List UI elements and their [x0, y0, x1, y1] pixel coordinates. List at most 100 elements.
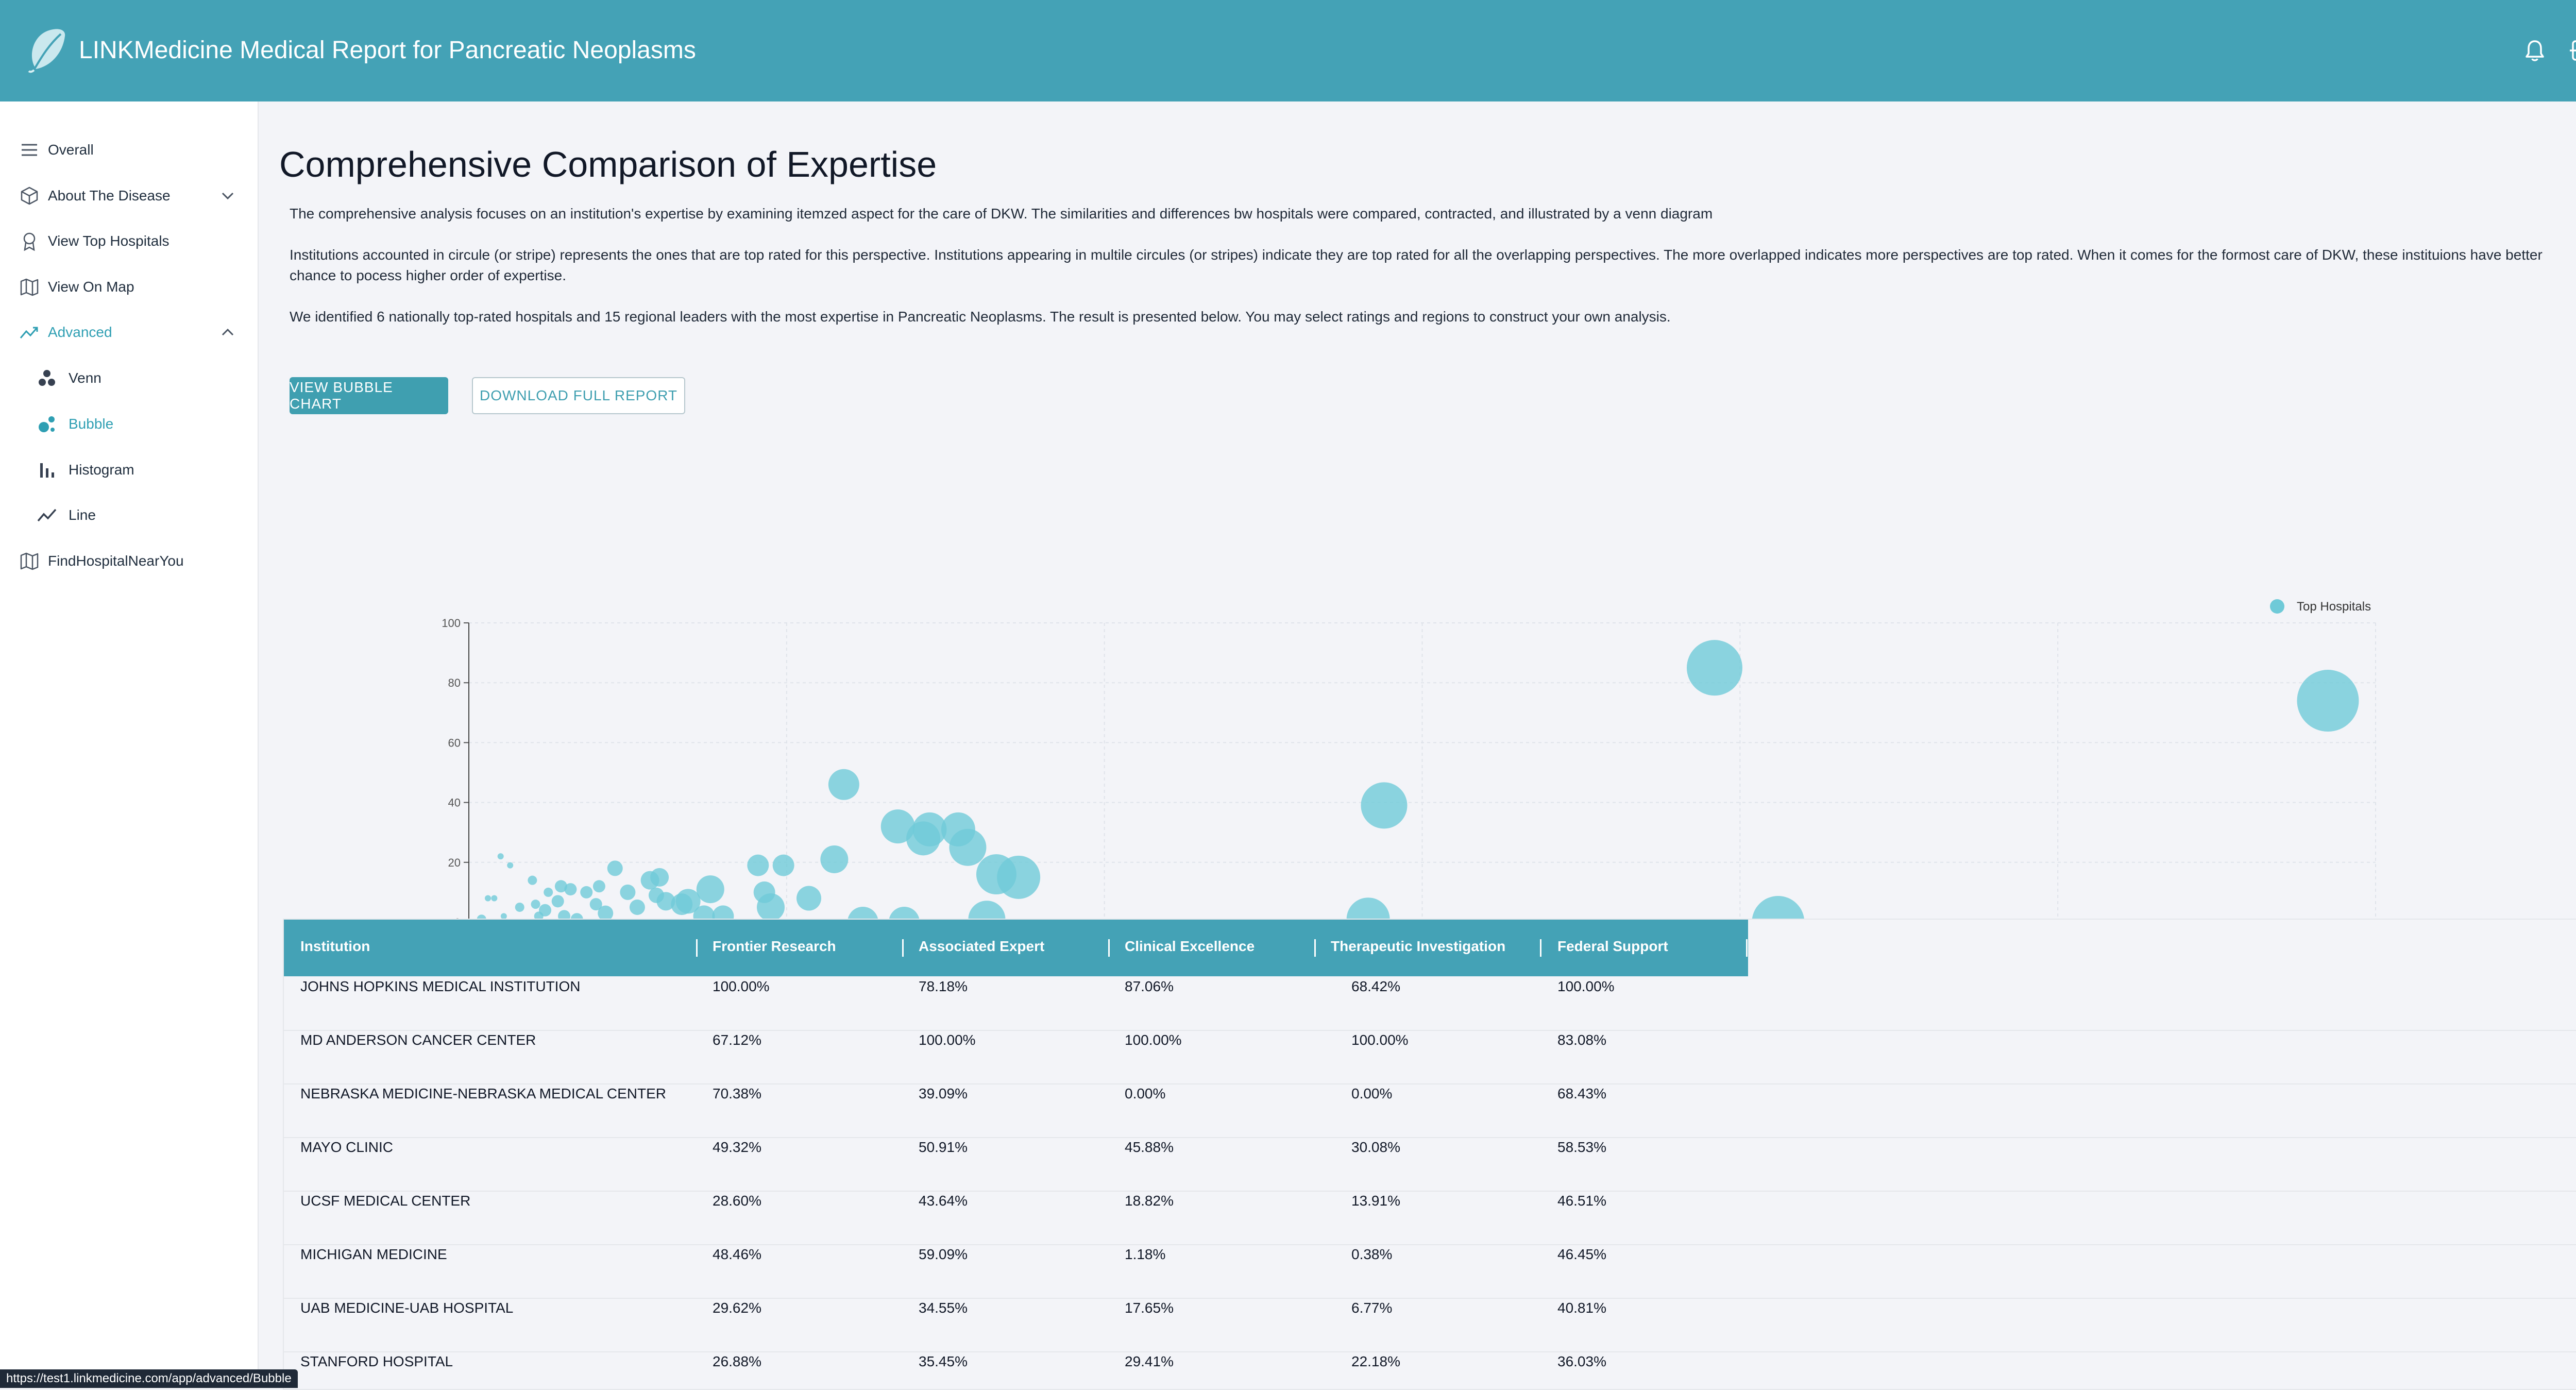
sidebar-item-find-hospital-near-you[interactable]: FindHospitalNearYou [0, 543, 258, 579]
map-icon [20, 278, 39, 296]
score-cell: 67.12% [713, 1032, 761, 1048]
data-bubble [531, 900, 540, 909]
sidebar-item-label: Bubble [69, 416, 114, 432]
column-header[interactable]: Associated Expert [919, 938, 1044, 955]
institution-cell: JOHNS HOPKINS MEDICAL INSTITUTION [300, 978, 581, 994]
table-row[interactable]: STANFORD HOSPITAL 26.88% 35.45% 29.41% 22.18… [284, 1351, 2576, 1389]
table-row[interactable]: UCSF MEDICAL CENTER 28.60% 43.64% 18.82% 13.… [284, 1191, 2576, 1245]
sidebar-item-venn[interactable]: Venn [0, 360, 258, 396]
sidebar-item-label: Histogram [69, 462, 134, 478]
sidebar-item-about-the-disease[interactable]: About The Disease [0, 178, 258, 214]
column-header[interactable]: Frontier Research [713, 938, 836, 955]
table-row[interactable]: NEBRASKA MEDICINE-NEBRASKA MEDICAL CENTE… [284, 1083, 2576, 1138]
sidebar-item-line[interactable]: Line [0, 497, 258, 533]
column-separator[interactable] [1746, 939, 1748, 957]
institution-cell: UAB MEDICINE-UAB HOSPITAL [300, 1300, 514, 1316]
score-cell: 40.81% [1557, 1300, 1606, 1316]
column-separator[interactable] [1314, 939, 1316, 957]
chevron-up-icon[interactable] [219, 324, 236, 341]
score-cell: 59.09% [919, 1246, 968, 1262]
data-bubble [528, 875, 537, 885]
logout-icon[interactable] [2568, 36, 2576, 65]
score-cell: 49.32% [713, 1139, 761, 1155]
data-bubble [580, 886, 593, 899]
data-bubble [607, 860, 623, 876]
institution-cell: NEBRASKA MEDICINE-NEBRASKA MEDICAL CENTE… [300, 1086, 667, 1101]
data-bubble [2297, 670, 2359, 732]
bubble-icon [39, 416, 55, 432]
app-title: LINKMedicine Medical Report for Pancreat… [79, 37, 696, 64]
institution-cell: MICHIGAN MEDICINE [300, 1246, 447, 1262]
data-bubble [796, 886, 822, 911]
sidebar-item-view-on-map[interactable]: View On Map [0, 269, 258, 305]
data-bubble [507, 862, 514, 869]
sidebar-item-label: Venn [69, 370, 101, 386]
column-separator[interactable] [902, 939, 904, 957]
leaf-logo-icon [28, 29, 65, 73]
table-row[interactable]: MD ANDERSON CANCER CENTER 67.12% 100.00% 10… [284, 1030, 2576, 1084]
column-header[interactable]: Therapeutic Investigation [1331, 938, 1505, 955]
data-bubble [554, 880, 567, 893]
data-bubble [1361, 782, 1408, 829]
data-bubble [497, 853, 504, 860]
bar-chart-icon [40, 463, 54, 478]
column-header[interactable]: Clinical Excellence [1125, 938, 1255, 955]
score-cell: 0.00% [1125, 1086, 1166, 1101]
list-icon [22, 144, 37, 156]
description-paragraph: We identified 6 nationally top-rated hos… [290, 309, 1671, 325]
legend-label: Top Hospitals [2297, 600, 2371, 614]
table-row[interactable]: MAYO CLINIC 49.32% 50.91% 45.88% 30.08% 58.53… [284, 1137, 2576, 1192]
score-cell: 70.38% [713, 1086, 761, 1101]
description-paragraph: The comprehensive analysis focuses on an… [290, 206, 1713, 222]
sidebar-item-bubble[interactable]: Bubble [0, 406, 258, 442]
data-bubble [592, 880, 605, 893]
table-row[interactable]: MICHIGAN MEDICINE 48.46% 59.09% 1.18% 0.38% 4… [284, 1244, 2576, 1299]
sidebar-item-advanced[interactable]: Advanced [0, 314, 258, 350]
institution-cell: STANFORD HOSPITAL [300, 1353, 453, 1369]
column-separator[interactable] [1540, 939, 1541, 957]
data-bubble [976, 854, 1016, 895]
bell-icon[interactable] [2520, 36, 2549, 65]
bubble-chart: 0100200300400500600020406080100Top Hospi… [442, 599, 2385, 948]
data-bubble [772, 854, 794, 876]
sidebar: Overall About The Disease View Top Hospi… [0, 101, 259, 1388]
column-header[interactable]: Federal Support [1557, 938, 1668, 955]
score-cell: 58.53% [1557, 1139, 1606, 1155]
sidebar-item-view-top-hospitals[interactable]: View Top Hospitals [0, 223, 258, 259]
table-row[interactable]: UAB MEDICINE-UAB HOSPITAL 29.62% 34.55% 17.… [284, 1298, 2576, 1352]
score-cell: 39.09% [919, 1086, 968, 1101]
sidebar-item-overall[interactable]: Overall [0, 132, 258, 168]
data-bubble [640, 871, 659, 890]
score-cell: 46.45% [1557, 1246, 1606, 1262]
sidebar-item-label: View On Map [48, 279, 134, 295]
chevron-down-icon[interactable] [219, 188, 236, 204]
data-bubble [515, 902, 524, 912]
score-cell: 36.03% [1557, 1353, 1606, 1369]
score-cell: 0.00% [1351, 1086, 1393, 1101]
y-tick-label: 60 [448, 736, 461, 749]
data-bubble [753, 881, 775, 903]
view-bubble-chart-button[interactable]: VIEW BUBBLE CHART [290, 377, 448, 414]
sidebar-item-label: Overall [48, 142, 94, 158]
sidebar-item-histogram[interactable]: Histogram [0, 452, 258, 488]
score-cell: 29.41% [1125, 1353, 1174, 1369]
sidebar-item-label: FindHospitalNearYou [48, 553, 184, 569]
table-row[interactable]: JOHNS HOPKINS MEDICAL INSTITUTION 100.00%… [284, 976, 2576, 1031]
column-header[interactable]: Institution [300, 938, 370, 955]
data-bubble [485, 895, 492, 902]
line-chart-icon [37, 508, 57, 522]
data-bubble [589, 898, 602, 911]
data-bubble [1686, 640, 1742, 696]
data-bubble [491, 895, 498, 902]
score-cell: 50.91% [919, 1139, 968, 1155]
page-title: Comprehensive Comparison of Expertise [279, 144, 937, 184]
sidebar-item-label: About The Disease [48, 188, 171, 204]
column-separator[interactable] [696, 939, 698, 957]
table-header: Institution Frontier Research Associated… [284, 920, 1748, 976]
main-content: Comprehensive Comparison of Expertise Th… [258, 101, 2576, 1390]
map-icon [20, 552, 39, 570]
score-cell: 1.18% [1125, 1246, 1166, 1262]
download-full-report-button[interactable]: DOWNLOAD FULL REPORT [472, 377, 685, 414]
data-bubble [820, 845, 849, 873]
column-separator[interactable] [1108, 939, 1110, 957]
